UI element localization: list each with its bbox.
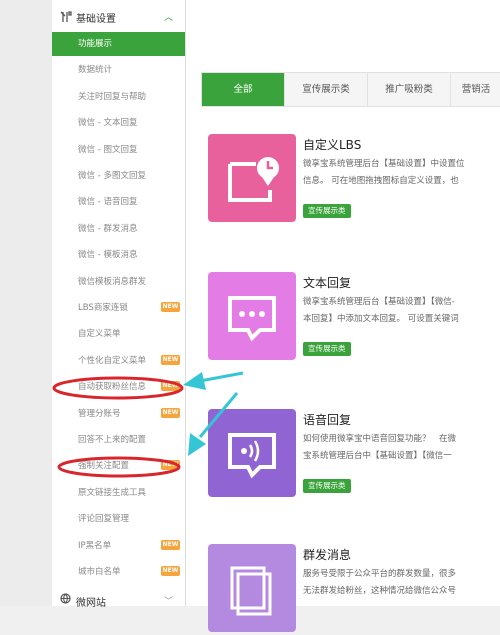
sidebar-section-label: 基础设置 — [76, 14, 116, 25]
sidebar-item[interactable]: LBS商家连锁 NEW — [52, 296, 185, 320]
tab-all[interactable]: 全部 — [202, 73, 285, 106]
sidebar-item-label: 城市白名单 — [78, 567, 121, 577]
sidebar-section-header[interactable]: 基础设置 ︿ — [52, 6, 185, 28]
new-badge: NEW — [161, 566, 180, 576]
feature-card[interactable]: 语音回复 如何使用微享宝中语音回复功能？ 在微 宝系统管理后台中【基础设置】【微信… — [208, 409, 500, 499]
chevron-up-icon: ︿ — [164, 13, 174, 23]
sidebar-item[interactable]: 回答不上来的配置 — [52, 428, 185, 452]
sidebar-item[interactable]: 微信 - 文本回复 — [52, 111, 185, 135]
category-tag[interactable]: 宣传展示类 — [303, 479, 351, 493]
tab-promotion-display[interactable]: 宣传展示类 — [285, 73, 368, 106]
new-badge: NEW — [161, 407, 180, 418]
left-gutter — [0, 0, 52, 606]
sidebar-item[interactable]: 个性化自定义菜单 NEW — [52, 349, 185, 373]
sidebar-item[interactable]: 原文链接生成工具 — [52, 481, 185, 505]
sidebar-item-label: 关注时回复与帮助 — [78, 91, 147, 102]
sidebar-item[interactable]: 管理分账号 NEW — [52, 402, 185, 426]
sidebar-item-label: 个性化自定义菜单 — [78, 355, 147, 366]
tab-fan-acquisition[interactable]: 推广吸粉类 — [368, 73, 451, 106]
sidebar-item-label: 评论回复管理 — [78, 514, 130, 525]
category-tag[interactable]: 宣传展示类 — [303, 204, 351, 218]
voice-bubble-icon — [208, 409, 296, 497]
sidebar-item[interactable]: 微信 - 群发消息 — [52, 217, 185, 241]
sidebar-item[interactable]: 微信模板消息群发 — [52, 270, 185, 294]
new-badge: NEW — [161, 302, 180, 312]
sidebar-item[interactable]: 数据统计 — [52, 58, 185, 82]
sidebar-item-label: 微信 - 模板消息 — [78, 250, 138, 261]
new-badge: NEW — [161, 460, 180, 471]
sidebar-item[interactable]: 微信 - 图文回复 — [52, 138, 185, 162]
card-description: 如何使用微享宝中语音回复功能？ 在微 宝系统管理后台中【基础设置】【微信一 — [303, 434, 457, 461]
main-content: 全部 宣传展示类 推广吸粉类 营销活 自定义LBS 微享宝系统管理后台【基础设置… — [186, 0, 500, 632]
new-badge: NEW — [161, 539, 180, 550]
tab-marketing[interactable]: 营销活 — [451, 73, 500, 106]
feature-card[interactable]: 群发消息 服务号受限于公众平台的群发数量，很多 无法群发给粉丝，这种情况给微信公众… — [208, 544, 500, 634]
sidebar-section-footer[interactable]: 微网站 ﹀ — [52, 593, 185, 609]
chevron-down-icon: ﹀ — [164, 597, 174, 607]
feature-card[interactable]: 自定义LBS 微享宝系统管理后台【基础设置】中设置位 信息。 可在地图拖拽图标自定… — [208, 134, 500, 224]
sidebar-item-label: 管理分账号 — [78, 408, 121, 419]
sidebar-item-label: 微信 - 多图文回复 — [78, 171, 146, 181]
category-tabs: 全部 宣传展示类 推广吸粉类 营销活 — [201, 72, 500, 107]
card-title: 文本回复 — [303, 276, 352, 290]
sidebar-footer-label: 微网站 — [76, 598, 106, 609]
sidebar-item[interactable]: 强制关注配置 NEW — [52, 454, 185, 478]
sidebar-item[interactable]: 关注时回复与帮助 — [52, 85, 185, 109]
sidebar-item-label: LBS商家连锁 — [78, 303, 128, 313]
wrench-icon — [60, 11, 72, 23]
card-title: 自定义LBS — [303, 138, 362, 152]
sidebar-item-label: 功能展示 — [78, 39, 113, 49]
sidebar-item-label: 强制关注配置 — [78, 461, 130, 472]
sidebar-item-label: 微信模板消息群发 — [78, 276, 147, 287]
stacked-pages-icon — [208, 544, 296, 632]
sidebar-item[interactable]: IP黑名单 NEW — [52, 534, 185, 558]
sidebar-item[interactable]: 评论回复管理 — [52, 507, 185, 531]
sidebar-item-label: 自动获取粉丝信息 — [78, 382, 147, 393]
chat-bubble-icon — [208, 272, 296, 360]
sidebar-item-label: 回答不上来的配置 — [78, 435, 147, 445]
card-description: 微享宝系统管理后台【基础设置】【微信- 本回复】中添加文本回复。 可设置关键词 — [303, 297, 459, 324]
sidebar-item[interactable]: 自动获取粉丝信息 NEW — [52, 375, 185, 399]
sidebar-item[interactable]: 微信 - 多图文回复 — [52, 164, 185, 188]
card-title: 群发消息 — [303, 548, 352, 562]
location-clock-icon — [208, 134, 296, 222]
category-tag[interactable]: 宣传展示类 — [303, 342, 351, 356]
sidebar-item-label: 原文链接生成工具 — [78, 487, 147, 498]
card-description: 服务号受限于公众平台的群发数量，很多 无法群发给粉丝，这种情况给微信公众号 — [303, 569, 457, 596]
feature-card[interactable]: 文本回复 微享宝系统管理后台【基础设置】【微信- 本回复】中添加文本回复。 可设置… — [208, 272, 500, 362]
sidebar-item[interactable]: 功能展示 — [52, 32, 185, 56]
sidebar-item-label: 数据统计 — [78, 65, 113, 76]
sidebar-item-label: 自定义菜单 — [78, 329, 121, 340]
sidebar-item-label: 微信 - 语音回复 — [78, 197, 138, 208]
card-title: 语音回复 — [303, 413, 352, 427]
card-description: 微享宝系统管理后台【基础设置】中设置位 信息。 可在地图拖拽图标自定义设置，也 — [303, 159, 465, 186]
sidebar-item[interactable]: 城市白名单 NEW — [52, 560, 185, 584]
new-badge: NEW — [161, 354, 180, 365]
sidebar-item-label: 微信 - 群发消息 — [78, 223, 138, 234]
sidebar-item[interactable]: 自定义菜单 — [52, 322, 185, 346]
sidebar: 基础设置 ︿ 功能展示数据统计关注时回复与帮助 微信 - 文本回复 微信 - 图文回… — [52, 0, 186, 609]
sidebar-item-label: IP黑名单 — [78, 540, 112, 551]
new-badge: NEW — [161, 381, 180, 392]
sidebar-item-label: 微信 - 图文回复 — [78, 144, 138, 155]
sidebar-item-label: 微信 - 文本回复 — [78, 118, 138, 129]
globe-icon — [60, 593, 71, 607]
sidebar-item[interactable]: 微信 - 语音回复 — [52, 190, 185, 214]
sidebar-item[interactable]: 微信 - 模板消息 — [52, 243, 185, 267]
